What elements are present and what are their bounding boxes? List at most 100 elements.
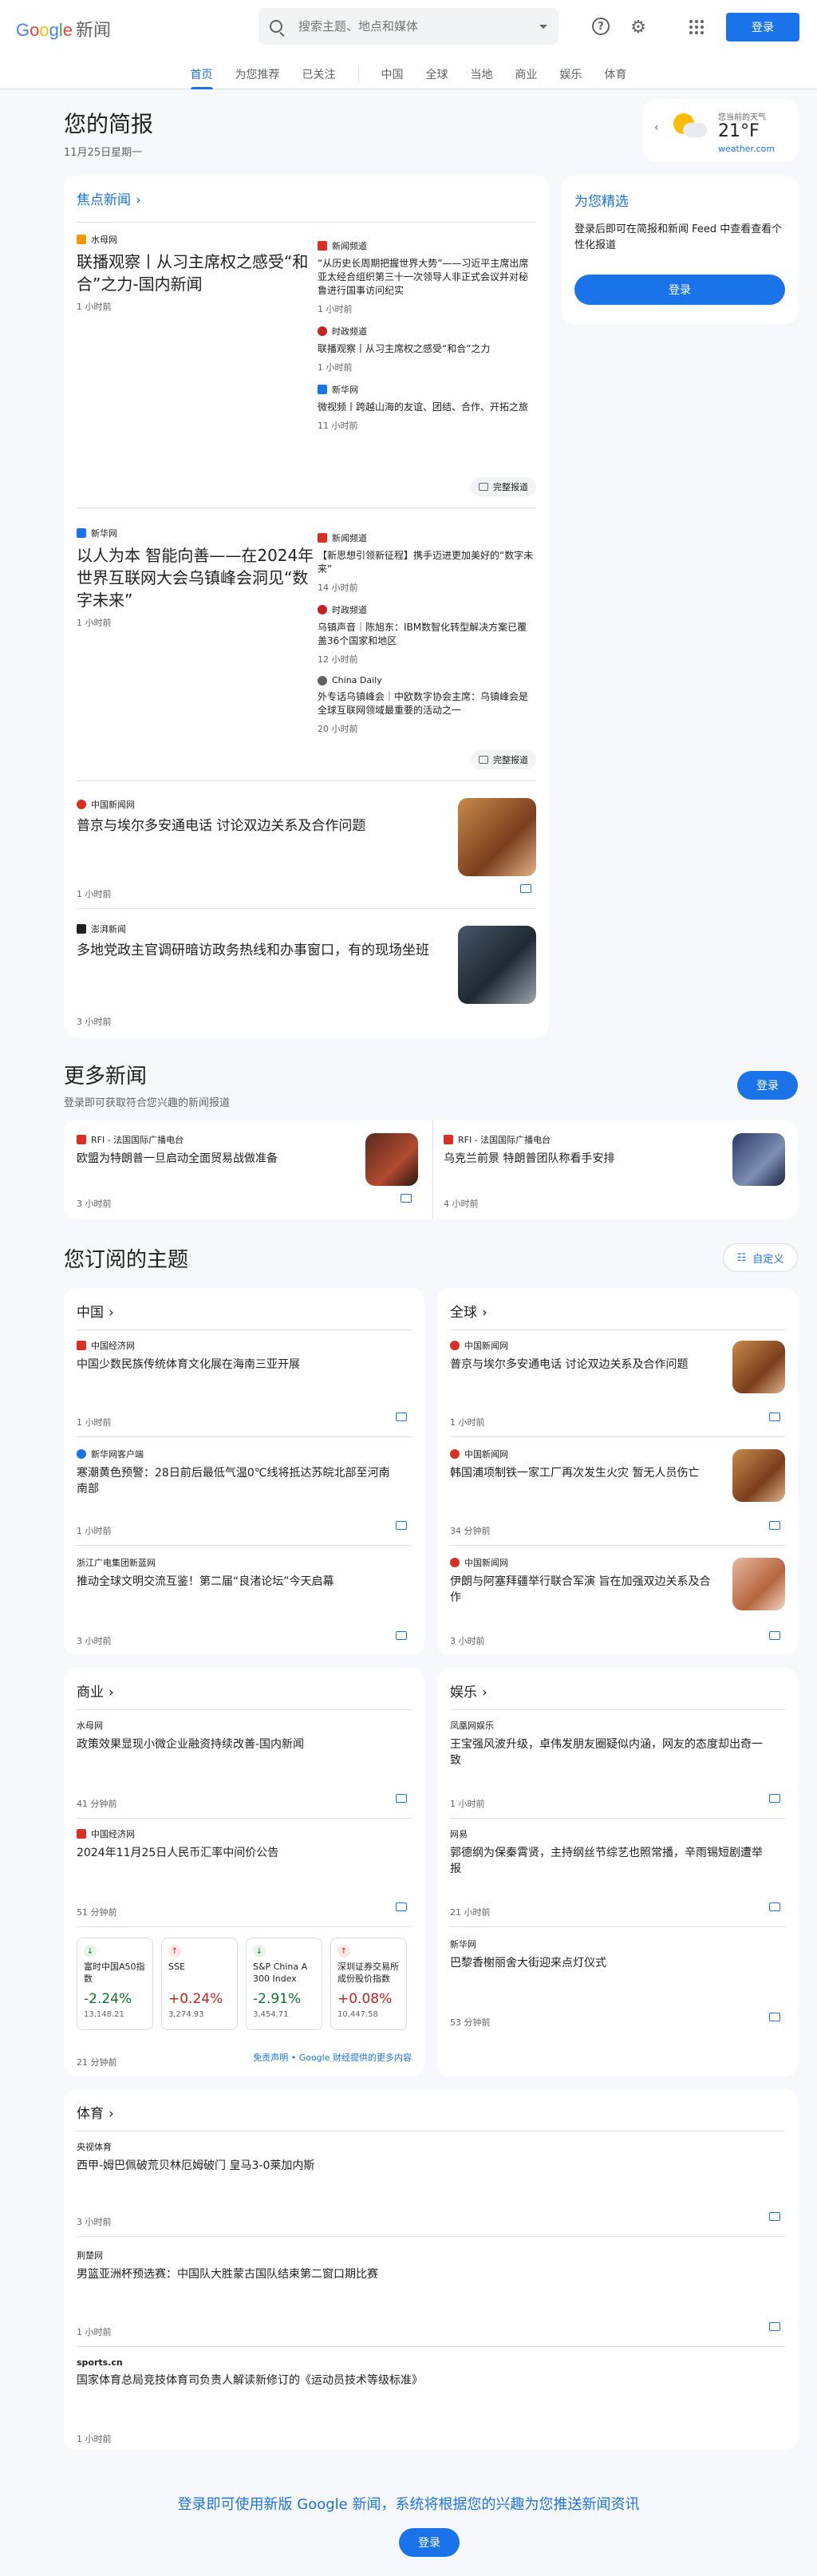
story-4[interactable]: 澎湃新闻 多地党政主官调研暗访政务热线和办事窗口，有的现场坐班 xyxy=(77,923,444,961)
story-thumbnail[interactable] xyxy=(458,798,536,876)
full-coverage-button[interactable]: 完整报道 xyxy=(471,477,536,496)
topic-story[interactable]: 新华网客户端 寒潮黄色预警：28日前后最低气温0℃线将抵达苏皖北部至河南南部 xyxy=(77,1448,399,1497)
topic-story[interactable]: 浙江广电集团新蓝网 推动全球文明交流互鉴！第二届“良渚论坛”今天启幕 xyxy=(77,1556,399,1590)
stock-card[interactable]: ↑ SSE +0.24% 3,274.93 xyxy=(161,1938,238,2030)
story-headline[interactable]: 多地党政主官调研暗访政务热线和办事窗口，有的现场坐班 xyxy=(77,940,444,961)
finance-disclaimer-link[interactable]: 免责声明 • Google 财经提供的更多内容 xyxy=(253,2051,412,2064)
stock-card[interactable]: ↑ 深圳证券交易所成份股价指数 +0.08% 10,447.58 xyxy=(330,1938,407,2030)
tab-china[interactable]: 中国 xyxy=(370,64,415,89)
full-coverage-icon[interactable] xyxy=(396,1412,407,1421)
full-coverage-button[interactable]: 完整报道 xyxy=(471,750,536,769)
story-headline[interactable]: 寒潮黄色预警：28日前后最低气温0℃线将抵达苏皖北部至河南南部 xyxy=(77,1465,399,1497)
related-story[interactable]: 时政频道 联播观察丨从习主席权之感受“和合”之力 1 小时前 xyxy=(318,325,536,373)
apps-grid-icon[interactable] xyxy=(689,20,704,34)
story-headline[interactable]: 乌克兰前景 特朗普团队称看手安排 xyxy=(444,1151,731,1167)
tab-following[interactable]: 已关注 xyxy=(291,64,347,89)
story-headline[interactable]: 欧盟为特朗普一旦启动全面贸易战做准备 xyxy=(77,1151,364,1167)
story-headline[interactable]: 中国少数民族传统体育文化展在海南三亚开展 xyxy=(77,1357,399,1373)
full-coverage-icon[interactable] xyxy=(396,1521,407,1530)
topic-heading[interactable]: 中国 › xyxy=(77,1301,114,1321)
story-headline[interactable]: 西甲-姆巴佩破荒贝林厄姆破门 皇马3-0莱加内斯 xyxy=(77,2158,763,2174)
full-coverage-icon[interactable] xyxy=(769,1521,780,1530)
story-thumbnail[interactable] xyxy=(365,1133,418,1186)
google-news-logo[interactable]: Google 新闻 xyxy=(16,16,111,41)
topic-story[interactable]: 网易 郭德纲为保秦霄贤，主持纲丝节综艺也照常播，辛雨锡短剧遭举报 xyxy=(450,1827,772,1877)
search-input[interactable] xyxy=(298,19,539,34)
weather-source[interactable]: weather.com xyxy=(718,144,775,154)
topic-story[interactable]: sports.cn 国家体育总局竞技体育司负责人解读新修订的《运动员技术等级标准… xyxy=(77,2357,763,2388)
story-headline[interactable]: 郭德纲为保秦霄贤，主持纲丝节综艺也照常播，辛雨锡短剧遭举报 xyxy=(450,1845,772,1877)
related-story[interactable]: 新闻频道 “从历史长周期把握世界大势”——习近平主席出席亚太经合组织第三十一次领… xyxy=(318,239,536,315)
topic-story[interactable]: 凤凰网娱乐 王宝强风波升级，卓伟发朋友圈疑似内涵，网友的态度却出奇一致 xyxy=(450,1719,772,1768)
related-headline[interactable]: 外专话乌镇峰会｜中欧数字协会主席：乌镇峰会是全球互联网领域最重要的活动之一 xyxy=(318,690,536,717)
full-coverage-icon[interactable] xyxy=(396,1902,407,1911)
story-headline[interactable]: 普京与埃尔多安通电话 讨论双边关系及合作问题 xyxy=(450,1357,713,1373)
tab-local[interactable]: 当地 xyxy=(460,64,504,89)
story-headline[interactable]: 政策效果显现小微企业融资持续改善-国内新闻 xyxy=(77,1736,399,1752)
related-story[interactable]: China Daily 外专话乌镇峰会｜中欧数字协会主席：乌镇峰会是全球互联网领… xyxy=(318,675,536,735)
story-thumbnail[interactable] xyxy=(732,1341,785,1393)
story-3[interactable]: 中国新闻网 普京与埃尔多安通电话 讨论双边关系及合作问题 xyxy=(77,798,444,836)
topic-story[interactable]: 中国新闻网 伊朗与阿塞拜疆举行联合军演 旨在加强双边关系及合作 xyxy=(450,1556,713,1606)
related-story[interactable]: 新闻频道 【新思想引领新征程】携手迈进更加美好的“数字未来” 14 小时前 xyxy=(318,531,536,594)
story-cluster-2[interactable]: 新华网 以人为本 智能向善——在2024年世界互联网大会乌镇峰会洞见“数字未来”… xyxy=(77,527,316,629)
topic-heading[interactable]: 体育 › xyxy=(77,2102,114,2122)
full-coverage-icon[interactable] xyxy=(401,1194,412,1203)
full-coverage-icon[interactable] xyxy=(769,1794,780,1803)
gear-icon[interactable]: ⚙ xyxy=(629,18,648,38)
topic-story[interactable]: 央视体育 西甲-姆巴佩破荒贝林厄姆破门 皇马3-0莱加内斯 xyxy=(77,2140,763,2174)
tab-sports[interactable]: 体育 xyxy=(594,64,638,89)
story-headline[interactable]: 2024年11月25日人民币汇率中间价公告 xyxy=(77,1845,399,1861)
full-coverage-icon[interactable] xyxy=(520,884,531,893)
footer-login-button[interactable]: 登录 xyxy=(399,2528,460,2557)
topic-story[interactable]: 新华网 巴黎香榭丽舍大街迎来点灯仪式 xyxy=(450,1938,772,1971)
weather-widget[interactable]: ‹ 您当前的天气 21°F weather.com xyxy=(643,99,798,161)
chevron-left-icon[interactable]: ‹ xyxy=(654,121,659,134)
stock-card[interactable]: ↓ S&P China A 300 Index (CNY) -2.91% 3,4… xyxy=(246,1938,322,2030)
top-stories-heading[interactable]: 焦点新闻 › xyxy=(77,188,141,208)
story-headline[interactable]: 以人为本 智能向善——在2024年世界互联网大会乌镇峰会洞见“数字未来” xyxy=(77,544,316,611)
story-headline[interactable]: 王宝强风波升级，卓伟发朋友圈疑似内涵，网友的态度却出奇一致 xyxy=(450,1736,772,1768)
full-coverage-icon[interactable] xyxy=(769,1631,780,1640)
full-coverage-icon[interactable] xyxy=(769,1412,780,1421)
topic-story[interactable]: 中国经济网 中国少数民族传统体育文化展在海南三亚开展 xyxy=(77,1339,399,1373)
story-headline[interactable]: 伊朗与阿塞拜疆举行联合军演 旨在加强双边关系及合作 xyxy=(450,1574,713,1606)
tab-entertainment[interactable]: 娱乐 xyxy=(549,64,594,89)
topic-story[interactable]: 水母网 政策效果显现小微企业融资持续改善-国内新闻 xyxy=(77,1719,399,1752)
more-news-login-button[interactable]: 登录 xyxy=(737,1071,798,1100)
help-icon[interactable]: ? xyxy=(592,18,610,35)
story-headline[interactable]: 男篮亚洲杯预选赛：中国队大胜蒙古国队结束第二窗口期比赛 xyxy=(77,2266,763,2282)
story-cluster-1[interactable]: 水母网 联播观察丨从习主席权之感受“和合”之力-国内新闻 1 小时前 xyxy=(77,233,316,313)
search-box[interactable] xyxy=(259,8,558,45)
related-headline[interactable]: “从历史长周期把握世界大势”——习近平主席出席亚太经合组织第三十一次领导人非正式… xyxy=(318,257,536,298)
tab-world[interactable]: 全球 xyxy=(415,64,460,89)
stock-card[interactable]: ↓ 富时中国A50指数 -2.24% 13,148.21 xyxy=(77,1938,153,2030)
related-headline[interactable]: 联播观察丨从习主席权之感受“和合”之力 xyxy=(318,342,536,356)
more-news-item[interactable]: RFI - 法国国际广播电台 欧盟为特朗普一旦启动全面贸易战做准备 xyxy=(77,1133,364,1167)
story-headline[interactable]: 普京与埃尔多安通电话 讨论双边关系及合作问题 xyxy=(77,816,444,836)
tab-for-you[interactable]: 为您推荐 xyxy=(224,64,291,89)
topic-story[interactable]: 荆楚网 男篮亚洲杯预选赛：中国队大胜蒙古国队结束第二窗口期比赛 xyxy=(77,2249,763,2282)
topic-story[interactable]: 中国新闻网 韩国浦项制铁一家工厂再次发生火灾 暂无人员伤亡 xyxy=(450,1448,713,1481)
story-headline[interactable]: 联播观察丨从习主席权之感受“和合”之力-国内新闻 xyxy=(77,251,316,295)
more-news-item[interactable]: RFI - 法国国际广播电台 乌克兰前景 特朗普团队称看手安排 xyxy=(444,1133,731,1167)
topic-story[interactable]: 中国经济网 2024年11月25日人民币汇率中间价公告 xyxy=(77,1827,399,1861)
topic-heading[interactable]: 全球 › xyxy=(450,1301,487,1321)
topic-heading[interactable]: 娱乐 › xyxy=(450,1681,487,1701)
story-headline[interactable]: 韩国浦项制铁一家工厂再次发生火灾 暂无人员伤亡 xyxy=(450,1465,713,1481)
related-headline[interactable]: 乌镇声音｜陈旭东：IBM数智化转型解决方案已覆盖36个国家和地区 xyxy=(318,621,536,648)
topic-heading[interactable]: 商业 › xyxy=(77,1681,114,1701)
for-you-login-button[interactable]: 登录 xyxy=(574,275,785,305)
story-thumbnail[interactable] xyxy=(732,1133,785,1186)
full-coverage-icon[interactable] xyxy=(769,1902,780,1911)
story-headline[interactable]: 国家体育总局竞技体育司负责人解读新修订的《运动员技术等级标准》 xyxy=(77,2373,763,2388)
full-coverage-icon[interactable] xyxy=(769,2322,780,2331)
related-story[interactable]: 时政频道 乌镇声音｜陈旭东：IBM数智化转型解决方案已覆盖36个国家和地区 12… xyxy=(318,603,536,666)
story-headline[interactable]: 巴黎香榭丽舍大街迎来点灯仪式 xyxy=(450,1955,772,1971)
full-coverage-icon[interactable] xyxy=(396,1631,407,1640)
tab-business[interactable]: 商业 xyxy=(504,64,549,89)
login-button[interactable]: 登录 xyxy=(726,13,799,41)
tab-home[interactable]: 首页 xyxy=(180,64,224,89)
story-thumbnail[interactable] xyxy=(458,926,536,1004)
customize-button[interactable]: ☷ 自定义 xyxy=(723,1243,798,1272)
